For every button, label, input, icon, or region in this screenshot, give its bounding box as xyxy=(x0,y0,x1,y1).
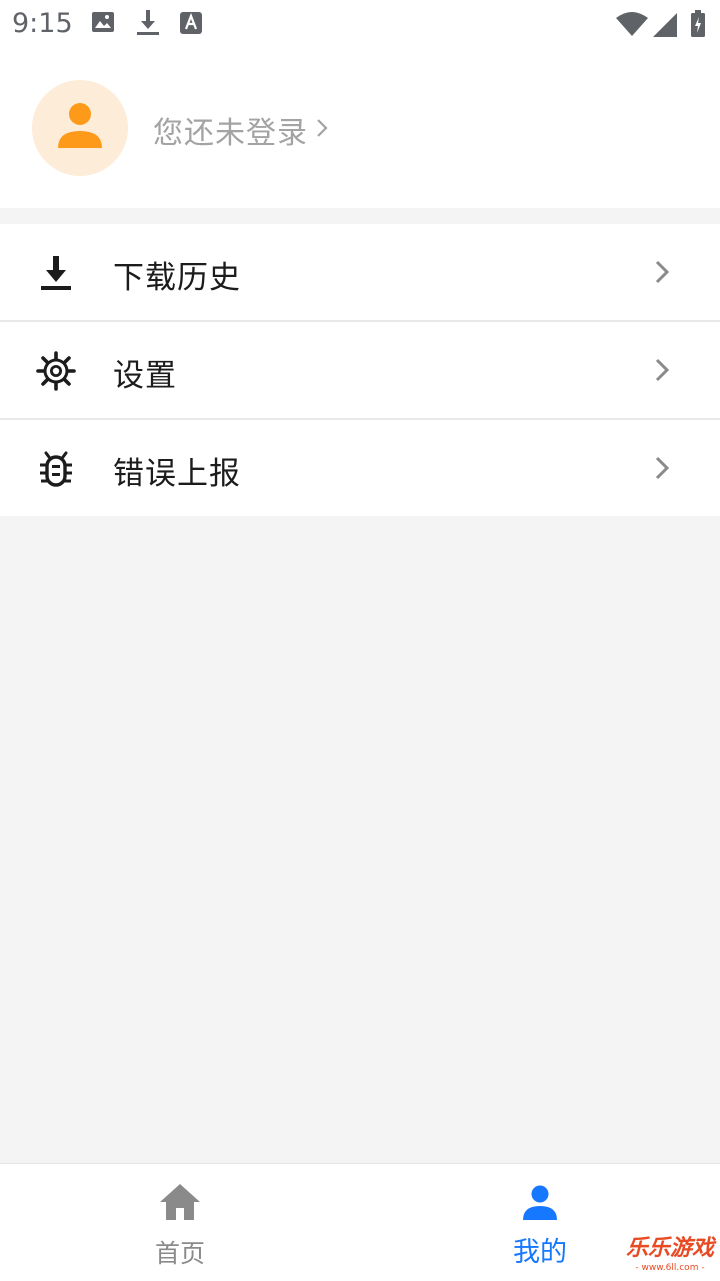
chevron-right-icon xyxy=(652,357,672,387)
login-prompt[interactable]: 您还未登录 xyxy=(153,108,308,152)
chevron-right-icon xyxy=(652,259,672,289)
avatar[interactable] xyxy=(32,80,128,176)
bottom-tab-bar: 首页 我的 xyxy=(0,1163,720,1281)
download-icon xyxy=(36,253,76,297)
tab-mine[interactable]: 我的 xyxy=(440,1164,640,1281)
menu-item-label: 下载历史 xyxy=(113,260,241,296)
status-time: 9:15 xyxy=(12,8,73,39)
signal-icon xyxy=(653,13,677,41)
menu-list: 下载历史 设置 错误上报 xyxy=(0,224,720,516)
home-icon xyxy=(160,1184,200,1224)
menu-item-label: 错误上报 xyxy=(113,456,241,492)
chevron-right-icon xyxy=(652,455,672,485)
bug-icon xyxy=(36,449,76,493)
battery-icon xyxy=(690,10,706,42)
tab-label: 我的 xyxy=(513,1237,567,1268)
gear-icon xyxy=(36,351,76,395)
image-icon xyxy=(91,10,115,38)
watermark-url: - www.6ll.com - xyxy=(635,1263,705,1273)
tab-label: 首页 xyxy=(154,1239,205,1268)
menu-item-error-report[interactable]: 错误上报 xyxy=(0,420,720,516)
chevron-right-icon xyxy=(316,118,328,142)
menu-item-label: 设置 xyxy=(113,358,177,394)
menu-item-settings[interactable]: 设置 xyxy=(0,322,720,420)
profile-header[interactable]: 您还未登录 xyxy=(0,50,720,208)
download-icon xyxy=(136,10,160,40)
watermark-logo: 乐乐游戏 - www.6ll.com - xyxy=(620,1236,720,1274)
user-icon xyxy=(522,1185,558,1225)
tab-home[interactable]: 首页 xyxy=(80,1164,280,1281)
menu-item-download-history[interactable]: 下载历史 xyxy=(0,224,720,322)
user-icon xyxy=(58,103,102,148)
a-text-icon xyxy=(180,12,202,38)
status-bar: 9:15 xyxy=(0,0,720,50)
wifi-icon xyxy=(616,12,648,40)
watermark-text: 乐乐游戏 xyxy=(625,1236,714,1261)
